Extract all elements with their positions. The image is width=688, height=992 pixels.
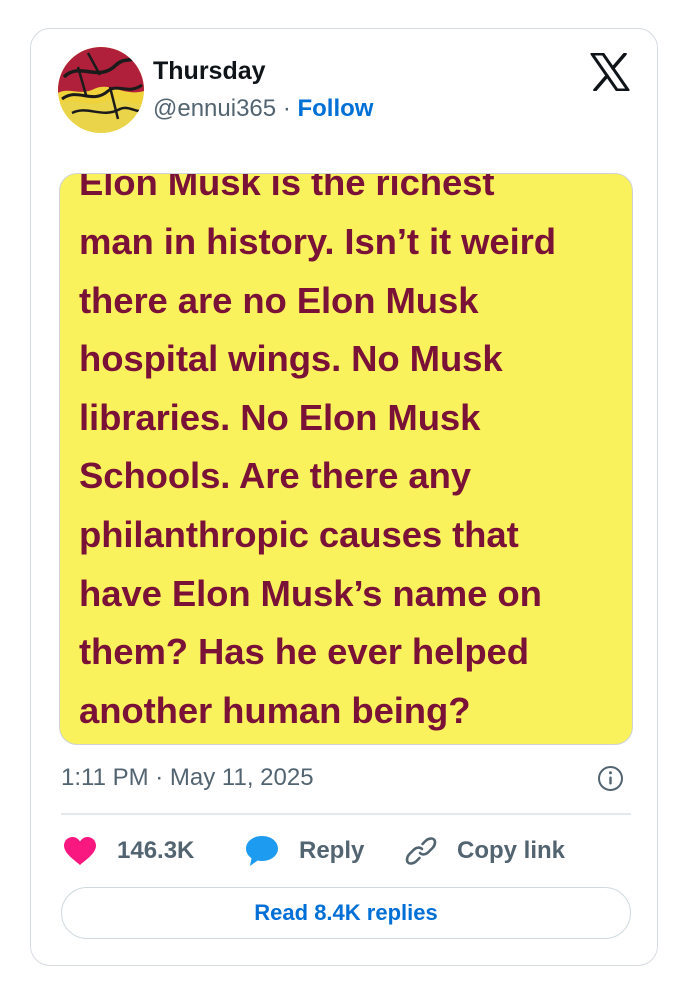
author-handle[interactable]: @ennui365 xyxy=(153,95,276,122)
tweet-media-image[interactable]: Elon Musk is the richest man in history.… xyxy=(59,173,633,745)
media-text-line: have Elon Musk’s name on xyxy=(79,573,542,614)
author-handle-row: @ennui365 · Follow xyxy=(153,95,373,123)
media-text-line: Elon Musk is the richest xyxy=(79,173,495,203)
media-text-line: philanthropic causes that xyxy=(79,514,519,555)
author-display-name[interactable]: Thursday xyxy=(153,57,266,86)
media-text-line: another human being? xyxy=(79,690,471,731)
avatar-image xyxy=(58,47,144,133)
heart-icon xyxy=(63,836,97,866)
reply-button[interactable]: Reply xyxy=(245,833,364,869)
read-replies-button[interactable]: Read 8.4K replies xyxy=(61,887,631,939)
like-count: 146.3K xyxy=(117,837,195,864)
media-text-line: man in history. Isn’t it weird xyxy=(79,221,556,262)
handle-separator: · xyxy=(282,95,291,122)
copy-link-button[interactable]: Copy link xyxy=(405,833,565,869)
divider xyxy=(61,813,631,815)
x-logo-icon[interactable] xyxy=(590,52,630,92)
embedded-tweet-card: Thursday @ennui365 · Follow Elon Musk is… xyxy=(30,28,658,966)
media-text-line: them? Has he ever helped xyxy=(79,631,529,672)
like-button[interactable]: 146.3K xyxy=(63,833,194,869)
media-text-line: libraries. No Elon Musk xyxy=(79,397,481,438)
media-text-line: hospital wings. No Musk xyxy=(79,338,503,379)
follow-button[interactable]: Follow xyxy=(297,95,373,122)
link-icon xyxy=(405,835,437,867)
copy-link-label: Copy link xyxy=(457,837,566,864)
reply-label: Reply xyxy=(299,837,365,864)
avatar[interactable] xyxy=(58,47,144,133)
media-text-line: there are no Elon Musk xyxy=(79,280,479,321)
speech-bubble-icon xyxy=(245,835,279,867)
info-icon[interactable] xyxy=(597,765,624,792)
media-text-line: Schools. Are there any xyxy=(79,455,471,496)
tweet-timestamp[interactable]: 1:11 PM · May 11, 2025 xyxy=(61,764,314,792)
